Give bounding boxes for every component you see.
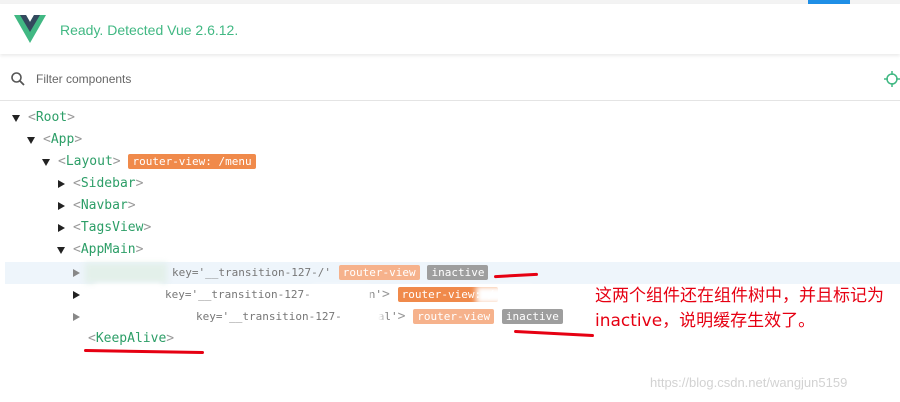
select-component-target-icon[interactable] [884,71,900,87]
watermark-text: https://blog.csdn.net/wangjun5159 [650,375,848,390]
tree-node-cached-child[interactable]: key='__transition-127-/' router-view ina… [172,262,489,284]
tree-node-tagsview[interactable]: <TagsView> [73,217,151,239]
router-view-badge: router-view: /menu [128,154,256,169]
collapse-arrow-icon[interactable] [56,217,66,239]
redaction-blur [312,286,370,304]
node-name: Root [35,110,68,125]
node-name: TagsView [80,220,144,235]
expand-arrow-icon[interactable] [41,151,51,173]
node-name: KeepAlive [95,331,167,346]
expand-arrow-icon[interactable] [11,107,21,129]
redaction-blur [85,263,167,283]
annotation-underline [83,348,205,355]
redaction-blur [95,284,161,306]
filter-bar [0,60,900,101]
vue-logo-icon [14,15,46,43]
node-name: Sidebar [80,176,136,191]
node-name: AppMain [80,242,136,257]
search-icon [11,72,25,86]
redaction-blur [347,308,383,326]
tree-node-app[interactable]: <App> [43,129,82,151]
collapse-arrow-icon[interactable] [71,306,81,328]
node-name: Layout [65,154,113,169]
node-key: key='__transition-127- [165,288,311,301]
node-name: Navbar [80,198,128,213]
annotation-note: 这两个组件还在组件树中，并且标记为inactive，说明缓存生效了。 [595,286,884,331]
collapse-arrow-icon[interactable] [56,173,66,195]
redaction-blur [85,306,191,328]
redaction-blur [476,286,532,304]
devtools-header: Ready. Detected Vue 2.6.12. [0,4,900,54]
collapse-arrow-icon[interactable] [71,262,81,284]
inactive-badge: inactive [427,265,489,280]
status-text: Ready. Detected Vue 2.6.12. [60,22,239,38]
node-key: key='__transition-127- [196,310,342,323]
tree-node-sidebar[interactable]: <Sidebar> [73,173,143,195]
inactive-badge: inactive [501,309,563,324]
router-view-badge: router-view [413,309,495,324]
expand-arrow-icon[interactable] [56,239,66,261]
node-name: App [50,132,75,147]
collapse-arrow-icon[interactable] [71,284,81,306]
annotation-underline [513,329,595,338]
tree-node-root[interactable]: <Root> [28,107,75,129]
filter-components-input[interactable] [36,69,816,89]
tree-node-layout[interactable]: <Layout> router-view: /menu [58,151,256,173]
expand-arrow-icon[interactable] [26,129,36,151]
router-view-badge: router-view [338,265,420,280]
tree-node-navbar[interactable]: <Navbar> [73,195,136,217]
tree-node-appmain[interactable]: <AppMain> [73,239,143,261]
collapse-arrow-icon[interactable] [56,195,66,217]
tree-node-keepalive[interactable]: <KeepAlive> [88,328,174,350]
node-key: key='__transition-127-/' [172,266,331,279]
